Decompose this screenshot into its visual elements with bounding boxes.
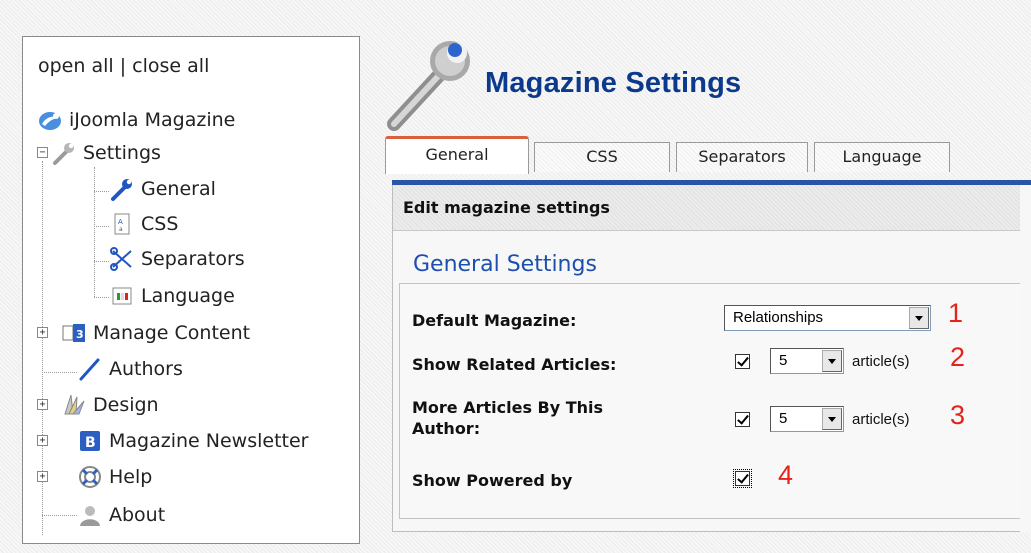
tree-item-label: iJoomla Magazine	[69, 109, 236, 131]
more-articles-by-author-label: More Articles By This Author:	[412, 397, 603, 439]
expand-manage-content-toggle[interactable]: +	[37, 327, 48, 338]
wrench-icon	[51, 140, 77, 166]
collapse-settings-toggle[interactable]: −	[37, 147, 48, 158]
expand-design-toggle[interactable]: +	[37, 399, 48, 410]
newsletter-icon: B	[77, 428, 103, 454]
tree-item-label: About	[109, 504, 166, 526]
settings-panel: Edit magazine settings General Settings …	[392, 185, 1031, 532]
default-magazine-label: Default Magazine:	[412, 311, 577, 330]
tree-item-label: Authors	[109, 358, 183, 380]
page-title: Magazine Settings	[485, 67, 742, 99]
chevron-down-icon[interactable]	[909, 307, 929, 329]
tree-item-label: Language	[141, 285, 235, 307]
tree-connector-line	[94, 191, 109, 192]
tab-separators[interactable]: Separators	[676, 142, 808, 172]
open-all-link[interactable]: open all	[38, 55, 114, 77]
help-lifebuoy-icon	[77, 464, 103, 490]
show-related-articles-checkbox[interactable]	[735, 354, 750, 369]
navigation-tree-panel: open all | close all iJoomla Magazine −	[22, 36, 360, 544]
blue-wrench-icon	[109, 176, 135, 202]
settings-tabs: General CSS Separators Language	[382, 134, 1031, 182]
show-powered-by-checkbox[interactable]	[733, 469, 752, 488]
magazine-logo-icon	[37, 107, 63, 133]
wrench-large-icon	[384, 34, 484, 138]
expand-help-toggle[interactable]: +	[37, 471, 48, 482]
more-articles-by-author-checkbox[interactable]	[735, 412, 750, 427]
more-articles-unit: article(s)	[852, 411, 910, 428]
tree-item-label: CSS	[141, 213, 179, 235]
svg-text:A: A	[118, 218, 123, 226]
tree-item-authors[interactable]: Authors	[77, 354, 183, 384]
tree-connector-line	[94, 167, 95, 297]
expand-newsletter-toggle[interactable]: +	[37, 435, 48, 446]
tree-item-separators[interactable]: Separators	[109, 244, 245, 274]
panel-header-title: Edit magazine settings	[403, 198, 610, 217]
tree-item-label: Design	[93, 394, 159, 416]
scissors-icon	[109, 246, 135, 272]
flag-icon	[109, 283, 135, 309]
pen-icon	[77, 356, 103, 382]
tab-general[interactable]: General	[385, 136, 529, 174]
callout-number: 4	[778, 460, 794, 490]
svg-text:a: a	[119, 226, 123, 233]
tree-connector-line	[42, 372, 77, 373]
tree-item-settings[interactable]: Settings	[51, 138, 161, 168]
tree-item-label: Separators	[141, 248, 245, 270]
more-articles-count-select[interactable]: 5	[770, 406, 844, 432]
general-settings-heading: General Settings	[413, 252, 597, 277]
default-magazine-select[interactable]: Relationships	[724, 305, 931, 331]
svg-text:3: 3	[76, 328, 84, 341]
chevron-down-icon[interactable]	[822, 408, 842, 430]
tree-item-label: Manage Content	[93, 322, 251, 344]
callout-number: 1	[948, 298, 964, 328]
panel-edge	[1020, 185, 1031, 532]
tree-item-help[interactable]: Help	[77, 462, 152, 492]
show-related-articles-label: Show Related Articles:	[412, 355, 617, 374]
css-file-icon: A a	[109, 211, 135, 237]
more-articles-count-value: 5	[779, 410, 788, 427]
related-articles-count-value: 5	[779, 352, 788, 369]
panel-header: Edit magazine settings	[393, 185, 1031, 231]
tree-item-manage-content[interactable]: 3 Manage Content	[61, 318, 250, 348]
tree-item-ijoomla-magazine[interactable]: iJoomla Magazine	[37, 105, 235, 135]
more-articles-label-line1: More Articles By This	[412, 398, 604, 417]
user-icon	[77, 502, 103, 528]
tree-item-general[interactable]: General	[109, 174, 216, 204]
tree-item-about[interactable]: About	[77, 500, 165, 530]
toolbar-separator: |	[119, 55, 127, 77]
default-magazine-value: Relationships	[733, 309, 824, 326]
tree-item-label: Settings	[83, 142, 161, 164]
tree-connector-line	[94, 297, 109, 298]
tree-connector-line	[94, 261, 109, 262]
callout-number: 2	[950, 342, 966, 372]
related-articles-unit: article(s)	[852, 353, 910, 370]
tree-item-label: General	[141, 178, 216, 200]
tree-item-label: Magazine Newsletter	[109, 430, 309, 452]
settings-form: Default Magazine: Relationships 1 Show R…	[399, 283, 1031, 519]
content-icon: 3	[61, 320, 87, 346]
show-powered-by-label: Show Powered by	[412, 471, 573, 490]
more-articles-label-line2: Author:	[412, 419, 481, 438]
close-all-link[interactable]: close all	[132, 55, 209, 77]
tab-language[interactable]: Language	[814, 142, 950, 172]
tree-item-language[interactable]: Language	[109, 281, 235, 311]
related-articles-count-select[interactable]: 5	[770, 348, 844, 374]
page-header: Magazine Settings	[380, 32, 1020, 132]
tree-connector-line	[94, 226, 109, 227]
design-icon	[61, 392, 87, 418]
svg-text:B: B	[85, 435, 96, 451]
tree-connector-line	[42, 515, 77, 516]
chevron-down-icon[interactable]	[822, 350, 842, 372]
tree-toolbar: open all | close all	[38, 55, 209, 77]
tab-css[interactable]: CSS	[534, 142, 670, 172]
callout-number: 3	[950, 400, 966, 430]
tree-item-magazine-newsletter[interactable]: B Magazine Newsletter	[77, 426, 308, 456]
tree-item-css[interactable]: A a CSS	[109, 209, 178, 239]
tree-item-label: Help	[109, 466, 153, 488]
tree-item-design[interactable]: Design	[61, 390, 159, 420]
